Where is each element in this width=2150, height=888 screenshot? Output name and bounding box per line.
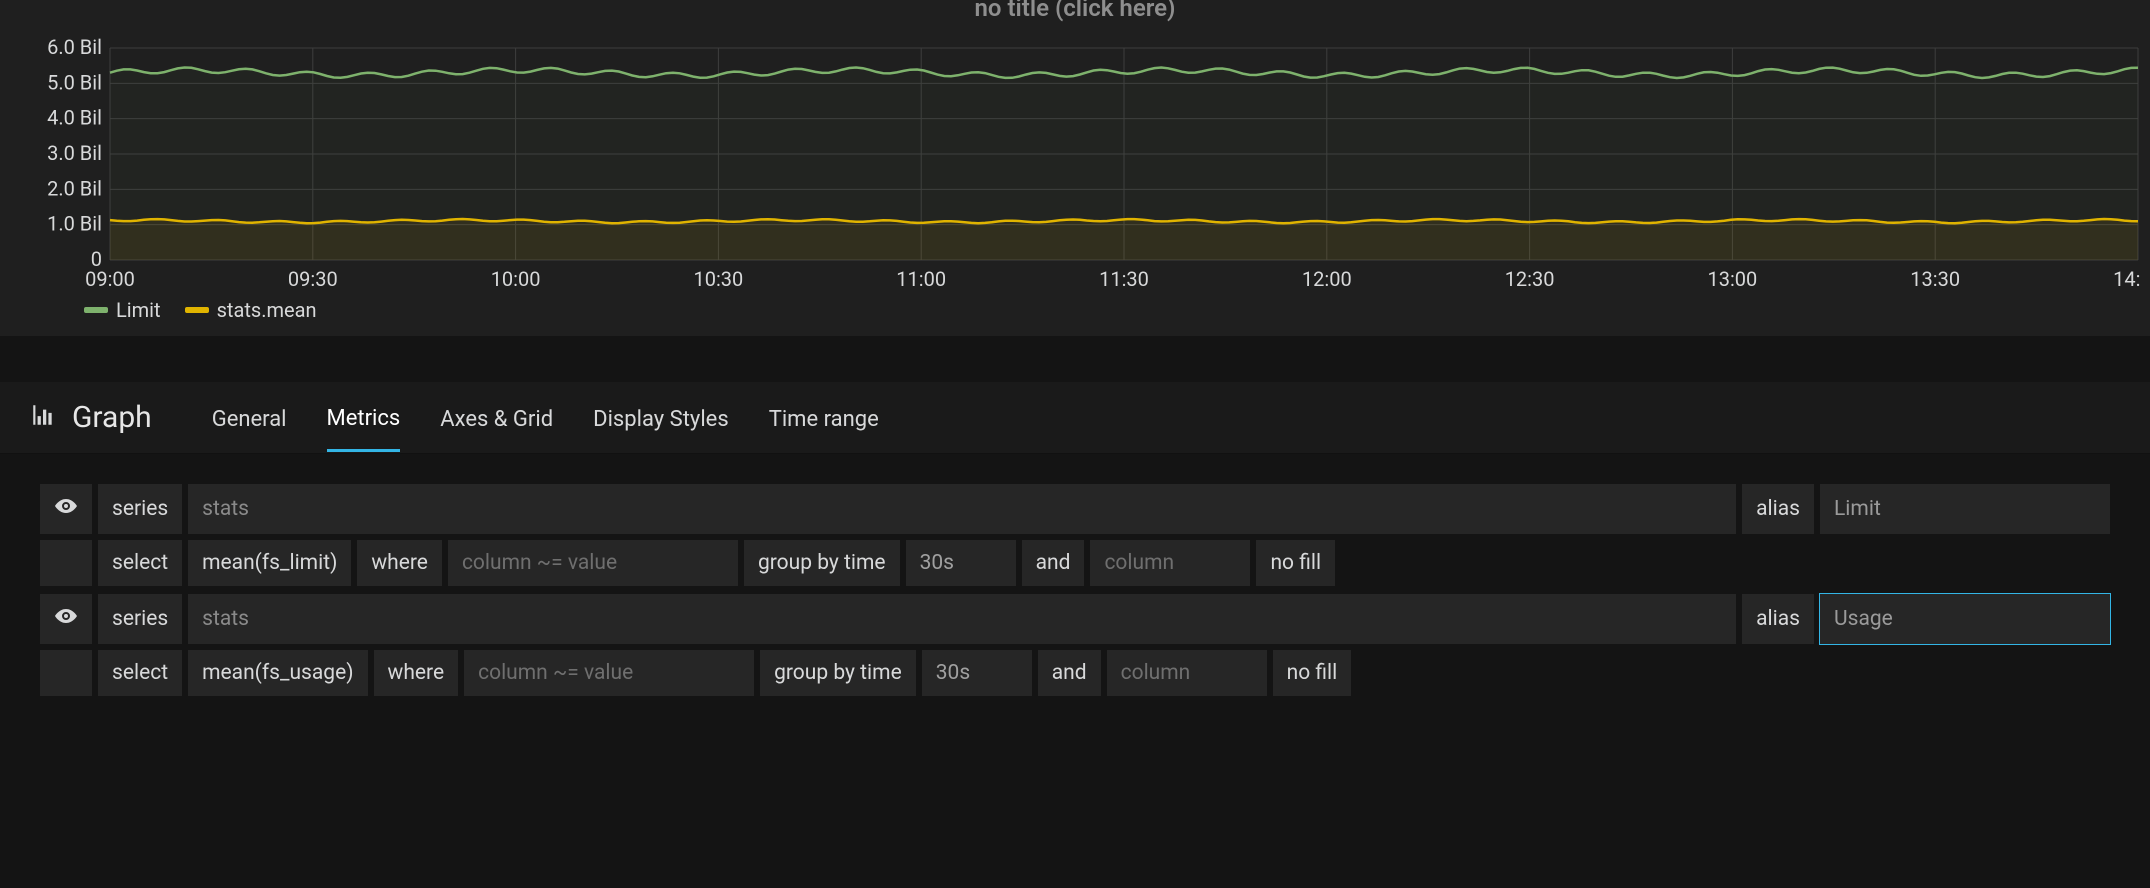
query-row-series: series alias	[40, 484, 2110, 534]
query-row-series: series alias	[40, 594, 2110, 644]
groupby-label: group by time	[744, 540, 900, 586]
svg-text:12:30: 12:30	[1505, 267, 1555, 291]
svg-text:10:00: 10:00	[491, 267, 541, 291]
tab-axes-grid[interactable]: Axes & Grid	[440, 403, 553, 450]
svg-text:2.0 Bil: 2.0 Bil	[47, 176, 102, 200]
legend-swatch	[185, 307, 209, 313]
editor-title-wrap: Graph	[30, 400, 152, 453]
query-block: series alias select mean(fs_limit) where…	[40, 484, 2110, 586]
select-value[interactable]: mean(fs_usage)	[188, 650, 367, 696]
toggle-visibility-button[interactable]	[40, 484, 92, 534]
tab-time-range[interactable]: Time range	[769, 403, 879, 450]
svg-text:09:00: 09:00	[85, 267, 135, 291]
where-input[interactable]	[464, 650, 754, 696]
fill-toggle[interactable]: no fill	[1273, 650, 1352, 696]
series-label: series	[98, 484, 182, 534]
legend-item-statsmean[interactable]: stats.mean	[185, 298, 317, 322]
editor-tab-bar: Graph General Metrics Axes & Grid Displa…	[0, 382, 2150, 454]
svg-text:5.0 Bil: 5.0 Bil	[47, 70, 102, 94]
legend-label: stats.mean	[217, 298, 317, 322]
and-label: and	[1022, 540, 1085, 586]
series-label: series	[98, 594, 182, 644]
svg-text:11:00: 11:00	[896, 267, 946, 291]
where-label: where	[374, 650, 459, 696]
svg-text:4.0 Bil: 4.0 Bil	[47, 106, 102, 130]
query-editor: series alias select mean(fs_limit) where…	[0, 454, 2150, 734]
alias-label: alias	[1742, 484, 1814, 534]
row-spacer	[40, 540, 92, 586]
tab-metrics[interactable]: Metrics	[327, 402, 401, 452]
toggle-visibility-button[interactable]	[40, 594, 92, 644]
where-input[interactable]	[448, 540, 738, 586]
svg-text:10:30: 10:30	[693, 267, 743, 291]
fill-toggle[interactable]: no fill	[1256, 540, 1335, 586]
editor-gap	[0, 336, 2150, 382]
svg-text:14:00: 14:00	[2113, 267, 2140, 291]
svg-text:12:00: 12:00	[1302, 267, 1352, 291]
svg-text:1.0 Bil: 1.0 Bil	[47, 212, 102, 236]
panel-title[interactable]: no title (click here)	[0, 0, 2150, 26]
editor-title: Graph	[72, 400, 152, 435]
groupby-label: group by time	[760, 650, 916, 696]
query-row-select: select mean(fs_limit) where group by tim…	[40, 540, 2110, 586]
groupby-input[interactable]	[922, 650, 1032, 696]
svg-text:13:30: 13:30	[1910, 267, 1960, 291]
svg-text:6.0 Bil: 6.0 Bil	[47, 36, 102, 59]
select-label: select	[98, 540, 182, 586]
chart-area[interactable]: 01.0 Bil2.0 Bil3.0 Bil4.0 Bil5.0 Bil6.0 …	[0, 26, 2150, 286]
and-input[interactable]	[1107, 650, 1267, 696]
svg-text:11:30: 11:30	[1099, 267, 1149, 291]
select-label: select	[98, 650, 182, 696]
alias-label: alias	[1742, 594, 1814, 644]
query-block: series alias select mean(fs_usage) where…	[40, 594, 2110, 696]
query-row-select: select mean(fs_usage) where group by tim…	[40, 650, 2110, 696]
series-input[interactable]	[188, 594, 1736, 644]
svg-text:13:00: 13:00	[1707, 267, 1757, 291]
row-spacer	[40, 650, 92, 696]
eye-icon	[54, 494, 78, 524]
legend-label: Limit	[116, 298, 161, 322]
groupby-input[interactable]	[906, 540, 1016, 586]
tab-display-styles[interactable]: Display Styles	[593, 403, 729, 450]
select-value[interactable]: mean(fs_limit)	[188, 540, 351, 586]
alias-input[interactable]	[1820, 594, 2110, 644]
and-input[interactable]	[1090, 540, 1250, 586]
bar-chart-icon	[30, 402, 56, 433]
svg-text:3.0 Bil: 3.0 Bil	[47, 141, 102, 165]
and-label: and	[1038, 650, 1101, 696]
legend-swatch	[84, 307, 108, 313]
svg-text:09:30: 09:30	[288, 267, 338, 291]
chart-panel: no title (click here) 01.0 Bil2.0 Bil3.0…	[0, 0, 2150, 336]
legend-item-limit[interactable]: Limit	[84, 298, 161, 322]
where-label: where	[357, 540, 442, 586]
series-input[interactable]	[188, 484, 1736, 534]
alias-input[interactable]	[1820, 484, 2110, 534]
tab-general[interactable]: General	[212, 403, 287, 450]
eye-icon	[54, 604, 78, 634]
